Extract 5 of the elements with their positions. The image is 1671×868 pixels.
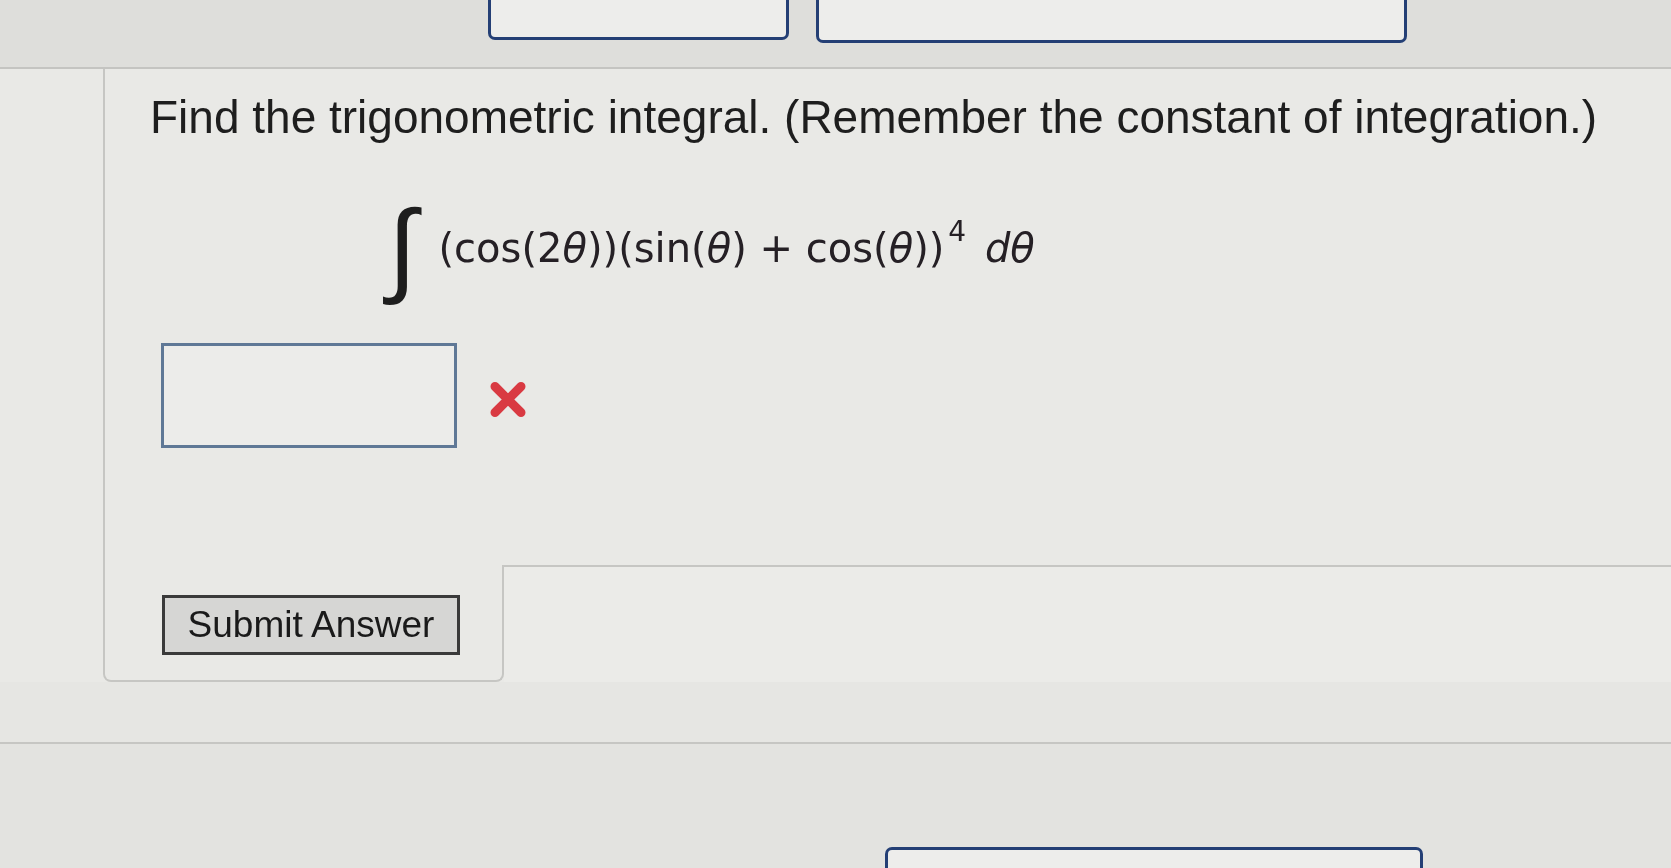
math-expression: (cos(2θ))(sin(θ) + cos(θ))$^{4}$ dθ: [438, 220, 1035, 273]
integral-sign: ∫: [378, 171, 427, 323]
answer-field[interactable]: [161, 343, 457, 448]
submit-button[interactable]: Submit Answer: [162, 595, 460, 655]
question-text: Find the trigonometric integral. (Remember the constant of integration.): [150, 90, 1599, 145]
